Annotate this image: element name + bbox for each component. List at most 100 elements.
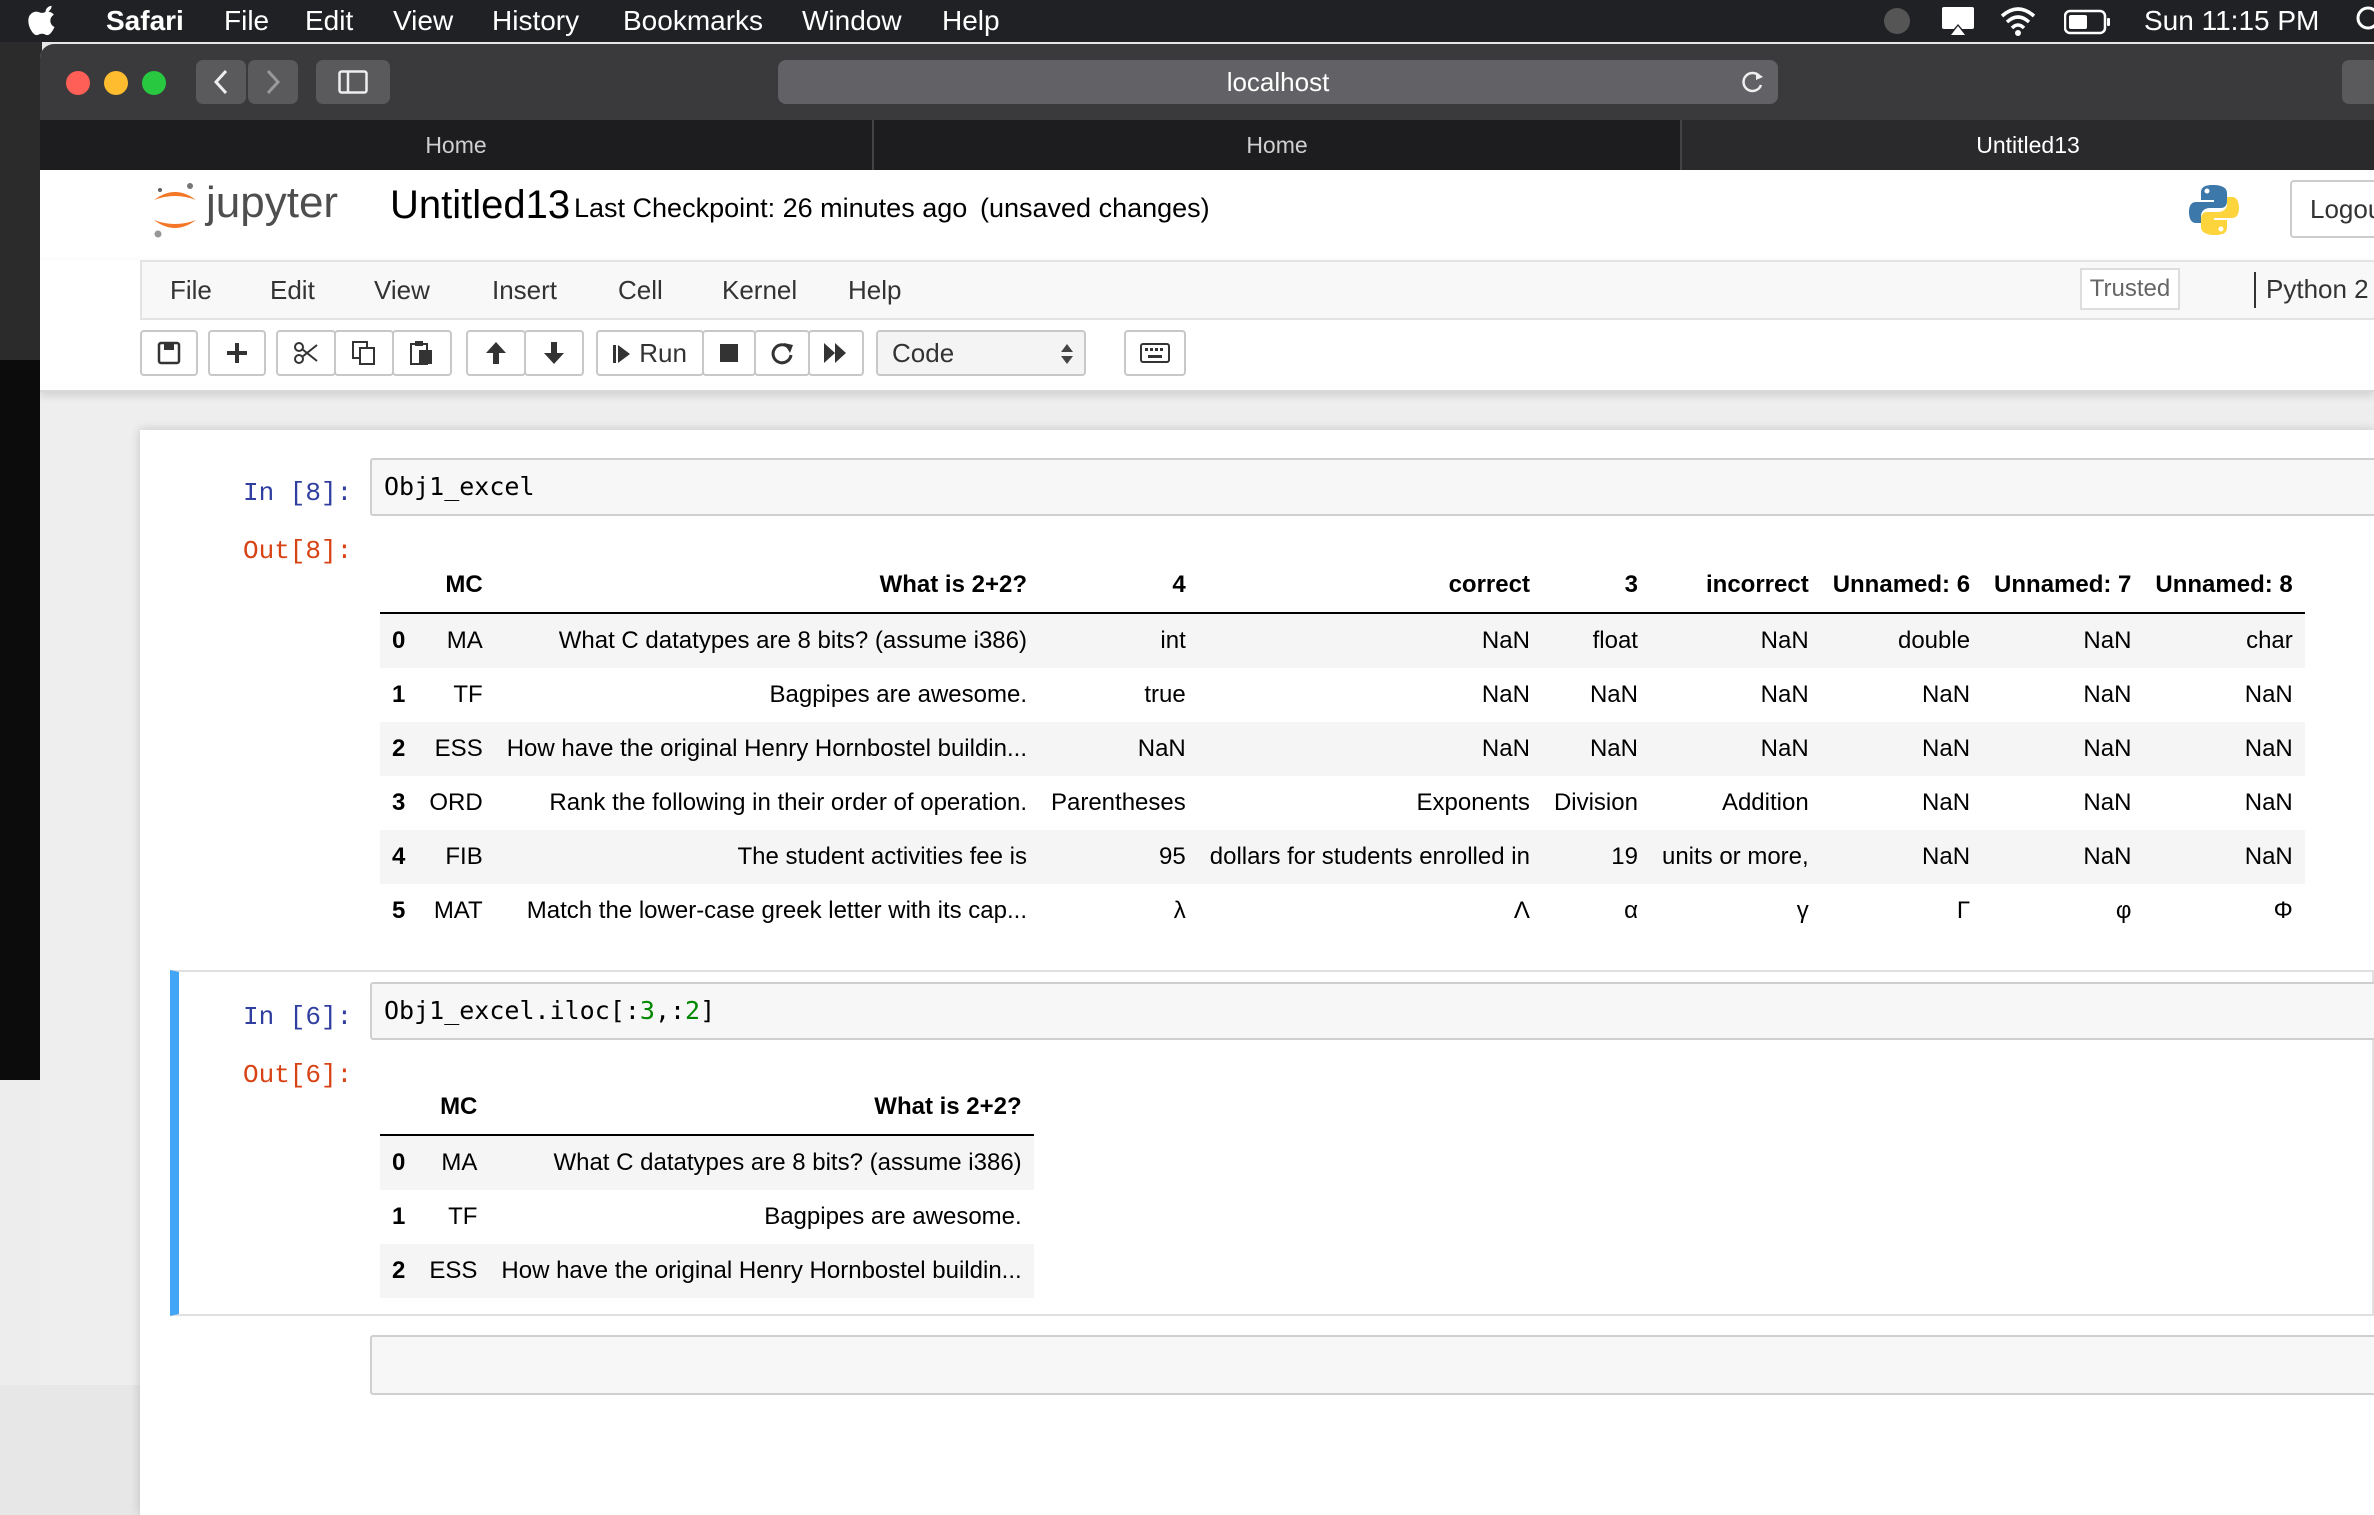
table-cell: Rank the following in their order of ope… — [549, 789, 1027, 816]
row-index: 3 — [392, 789, 406, 816]
table-cell: float — [1592, 627, 1638, 654]
table-cell: NaN — [1922, 735, 1971, 762]
table-cell: dollars for students enrolled in — [1209, 843, 1530, 870]
dataframe-output: MC What is 2+2? 0 MA What C datatypes are 8… — [380, 1080, 1034, 1298]
select-arrows-icon — [1061, 344, 1073, 364]
nb-menu-file[interactable]: File — [170, 274, 212, 306]
trusted-indicator[interactable]: Trusted — [2080, 268, 2180, 310]
nb-menu-help[interactable]: Help — [848, 274, 901, 306]
column-header: 4 — [1038, 558, 1198, 614]
column-header: incorrect — [1649, 558, 1821, 614]
input-prompt: In [8]: — [243, 478, 353, 508]
save-icon — [157, 341, 181, 365]
notebook-name[interactable]: Untitled13 — [390, 180, 570, 230]
restart-kernel-button[interactable] — [754, 330, 810, 376]
copy-button[interactable] — [334, 330, 394, 376]
column-header: MC — [417, 1080, 490, 1136]
fast-forward-icon — [824, 343, 846, 363]
reload-icon[interactable] — [1738, 68, 1766, 96]
paste-button[interactable] — [392, 330, 452, 376]
row-index: 0 — [392, 627, 406, 654]
table-cell: NaN — [1481, 627, 1530, 654]
table-cell: TF — [453, 681, 483, 708]
sidebar-toggle-button[interactable] — [316, 60, 390, 104]
cut-button[interactable] — [276, 330, 336, 376]
share-button[interactable] — [2342, 60, 2374, 104]
cell-type-select[interactable]: Code — [876, 330, 1086, 376]
menu-history[interactable]: History — [492, 4, 579, 38]
wifi-icon[interactable] — [1998, 4, 2038, 45]
spotlight-icon[interactable] — [2354, 4, 2374, 41]
tab-untitled13[interactable]: Untitled13 — [1682, 120, 2374, 170]
battery-icon[interactable] — [2063, 8, 2112, 43]
menu-window[interactable]: Window — [802, 4, 902, 38]
table-cell: NaN — [2244, 843, 2293, 870]
desktop-background-dark — [0, 360, 42, 1080]
jupyter-logo-text[interactable]: jupyter — [206, 176, 338, 230]
table-cell: NaN — [2244, 789, 2293, 816]
address-bar[interactable]: localhost — [778, 60, 1778, 104]
forward-button[interactable] — [248, 60, 298, 104]
airplay-display-icon[interactable] — [1940, 4, 1976, 45]
sidebar-icon — [338, 70, 368, 94]
jupyter-logo-icon[interactable] — [150, 178, 200, 247]
menu-strip — [140, 260, 2374, 320]
table-cell: NaN — [1760, 735, 1809, 762]
run-button[interactable]: Run — [596, 330, 704, 376]
table-cell: Λ — [1513, 897, 1530, 924]
interrupt-kernel-button[interactable] — [702, 330, 756, 376]
nb-menu-edit[interactable]: Edit — [270, 274, 315, 306]
close-window-button[interactable] — [66, 71, 90, 95]
insert-cell-button[interactable] — [208, 330, 266, 376]
table-cell: NaN — [2083, 789, 2132, 816]
logout-button[interactable]: Logout — [2290, 180, 2374, 238]
kernel-name[interactable]: Python 2 — [2266, 273, 2369, 305]
code-input[interactable]: Obj1_excel.iloc[:3,:2] — [370, 982, 2374, 1040]
row-index: 1 — [392, 1203, 406, 1230]
minimize-window-button[interactable] — [104, 71, 128, 95]
move-down-button[interactable] — [524, 330, 584, 376]
menu-file[interactable]: File — [224, 4, 269, 38]
restart-run-all-button[interactable] — [808, 330, 864, 376]
table-row: 2 ESS How have the original Henry Hornbost… — [380, 1244, 1034, 1298]
code-cell-2-selected[interactable]: In [6]: Obj1_excel.iloc[:3,:2] Out[6]: M… — [170, 970, 2374, 1316]
nb-menu-insert[interactable]: Insert — [492, 274, 557, 306]
notification-icon[interactable] — [1882, 6, 1912, 43]
desktop-background-light — [0, 1080, 42, 1385]
menu-help[interactable]: Help — [942, 4, 1000, 38]
tab-home-2[interactable]: Home — [874, 120, 1682, 170]
command-palette-button[interactable] — [1124, 330, 1186, 376]
notebook-menubar: File Edit View Insert Cell Kernel Help T… — [40, 260, 2374, 392]
table-cell: FIB — [445, 843, 483, 870]
menu-clock[interactable]: Sun 11:15 PM — [2144, 4, 2319, 38]
menu-safari[interactable]: Safari — [106, 4, 184, 38]
tab-home-1[interactable]: Home — [40, 120, 874, 170]
table-cell: char — [2246, 627, 2293, 654]
row-index: 5 — [392, 897, 406, 924]
column-header: Unnamed: 7 — [1982, 558, 2144, 614]
table-cell: NaN — [1137, 735, 1186, 762]
save-button[interactable] — [140, 330, 198, 376]
nb-menu-kernel[interactable]: Kernel — [722, 274, 797, 306]
code-input[interactable]: Obj1_excel — [370, 458, 2374, 516]
menu-edit[interactable]: Edit — [305, 4, 353, 38]
code-text: Obj1_excel — [384, 472, 535, 501]
nb-menu-view[interactable]: View — [374, 274, 430, 306]
move-up-button[interactable] — [466, 330, 526, 376]
nb-menu-cell[interactable]: Cell — [618, 274, 663, 306]
menu-bookmarks[interactable]: Bookmarks — [623, 4, 763, 38]
apple-icon[interactable] — [28, 4, 56, 44]
back-button[interactable] — [196, 60, 246, 104]
zoom-window-button[interactable] — [142, 71, 166, 95]
tab-bar: Home Home Untitled13 — [40, 120, 2374, 170]
column-header — [380, 558, 418, 614]
table-cell: NaN — [1922, 681, 1971, 708]
column-header: What is 2+2? — [489, 1080, 1034, 1136]
kernel-divider — [2254, 272, 2256, 308]
table-cell: ESS — [429, 1257, 478, 1284]
empty-code-input[interactable] — [370, 1335, 2374, 1395]
code-cell-1[interactable]: In [8]: Obj1_excel Out[8]: MC What is 2+2… — [140, 448, 2374, 948]
table-cell: MA — [446, 627, 483, 654]
table-cell: What C datatypes are 8 bits? (assume i38… — [553, 1149, 1022, 1176]
menu-view[interactable]: View — [393, 4, 453, 38]
